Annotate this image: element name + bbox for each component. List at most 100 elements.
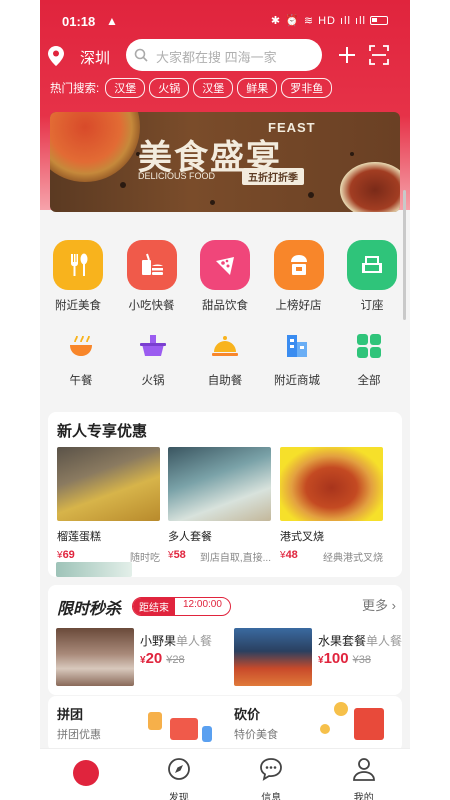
promo-banner[interactable]: 美食盛宴 FEAST DELICIOUS FOOD 五折打折季: [50, 112, 400, 212]
decor-dot: [210, 200, 215, 205]
category-all[interactable]: 全部: [342, 331, 396, 388]
tab-label: 信息: [261, 793, 282, 800]
category-hotpot[interactable]: 火锅: [126, 331, 180, 388]
offer-item[interactable]: 榴莲蛋糕 ¥69 随时吃: [57, 447, 160, 564]
grid-icon: [357, 334, 381, 358]
offer-desc: 到店自取,直接...: [199, 553, 271, 564]
banner-subtitle: DELICIOUS FOOD: [138, 171, 216, 181]
deal-name: 水果套餐: [318, 634, 367, 648]
category-label: 甜品饮食: [202, 300, 248, 312]
offer-name: 多人套餐: [168, 531, 212, 543]
store-icon: [273, 240, 324, 290]
tab-profile[interactable]: 我的: [334, 749, 394, 800]
countdown-label: 距结束: [133, 598, 175, 615]
hot-tag[interactable]: 汉堡: [105, 78, 146, 98]
decor-dot: [350, 152, 354, 156]
category-nearby-mall[interactable]: 附近商城: [270, 331, 324, 388]
scrollbar[interactable]: [403, 190, 406, 320]
tab-discover[interactable]: 发现: [149, 749, 209, 800]
offer-desc: 随时吃: [130, 553, 160, 564]
category-label: 订座: [360, 300, 384, 312]
category-top-stores[interactable]: 上榜好店: [273, 240, 325, 313]
char-siu-image: [280, 447, 383, 521]
flash-deal[interactable]: 小野果单人餐 ¥20 ¥28: [56, 628, 226, 688]
tab-home[interactable]: [56, 749, 116, 800]
tab-label: 发现: [168, 793, 189, 800]
deal-tag: 单人餐: [176, 634, 213, 648]
top-bar: 深圳 大家都在搜 四海一家: [40, 38, 410, 74]
hot-tag[interactable]: 鲜果: [237, 78, 278, 98]
category-label: 午餐: [69, 375, 93, 387]
coin-image: [334, 702, 348, 716]
decor-figure: [354, 708, 384, 740]
offer-name: 榴莲蛋糕: [57, 531, 101, 543]
city-selector[interactable]: 深圳: [80, 47, 110, 68]
more-offers-preview: [56, 562, 132, 577]
hot-tag[interactable]: 火锅: [149, 78, 190, 98]
category-label: 小吃快餐: [128, 300, 175, 312]
category-label: 上榜好店: [275, 300, 322, 312]
deal-old-price: ¥38: [352, 654, 371, 666]
offer-item[interactable]: 多人套餐 ¥58 到店自取,直接...: [168, 447, 271, 564]
chevron-right-icon: ›: [391, 598, 396, 613]
banner-badge: 五折打折季: [242, 168, 304, 185]
plus-icon[interactable]: [336, 44, 358, 66]
more-link[interactable]: 更多 ›: [362, 595, 396, 614]
offer-name: 港式叉烧: [280, 531, 324, 543]
category-label: 附近美食: [55, 300, 101, 312]
scan-icon[interactable]: [368, 44, 390, 66]
cloche-icon: [212, 336, 238, 356]
category-label: 火锅: [141, 375, 165, 387]
location-pin-icon[interactable]: [48, 46, 64, 66]
status-bar: 01:18 ▲ ✱ ⏰ ≋ HD ıll ıll: [40, 0, 410, 40]
durian-cake-image: [57, 447, 160, 521]
flash-deal[interactable]: 水果套餐单人餐 ¥100 ¥38: [234, 628, 402, 688]
search-icon: [134, 48, 148, 62]
new-user-offers: 新人专享优惠 榴莲蛋糕 ¥69 随时吃 多人套餐 ¥58 到店自取,直接... 港式…: [48, 412, 402, 577]
decor-dot: [308, 192, 314, 198]
category-snack-fastfood[interactable]: 小吃快餐: [126, 240, 178, 313]
decor-figure: [148, 712, 162, 730]
category-reservation[interactable]: 订座: [346, 240, 398, 313]
decor-figure: [202, 726, 212, 742]
hot-tag[interactable]: 罗非鱼: [281, 78, 333, 98]
tab-label: 我的: [353, 793, 374, 800]
deal-price: ¥20 ¥28: [140, 650, 185, 667]
status-icons-text: ✱ ⏰ ≋ HD ıll ıll: [270, 15, 366, 27]
search-input[interactable]: 大家都在搜 四海一家: [126, 39, 322, 71]
deal-tag: 单人餐: [366, 634, 402, 648]
fork-knife-icon: [53, 240, 103, 290]
seat-icon: [347, 240, 397, 290]
bird-image: [56, 628, 134, 686]
category-lunch[interactable]: 午餐: [54, 331, 108, 388]
app-screen: 01:18 ▲ ✱ ⏰ ≋ HD ıll ıll 深圳 大家都在搜 四海一家 热…: [40, 0, 410, 800]
category-grid: 附近美食 小吃快餐 甜品饮食 上榜好店 订座 午餐 火锅 自助餐 附近商城 全部: [40, 240, 410, 388]
hotpot-icon: [140, 335, 166, 356]
group-buy-title: 拼团: [57, 707, 84, 722]
section-title: 新人专享优惠: [57, 423, 148, 440]
compass-icon: [167, 758, 190, 780]
bargain-sub: 特价美食: [234, 729, 278, 741]
group-meal-image: [168, 447, 271, 521]
tab-bar: 发现 信息 我的: [40, 748, 410, 800]
category-buffet[interactable]: 自助餐: [198, 331, 252, 388]
deal-name: 小野果: [140, 634, 177, 648]
category-nearby-food[interactable]: 附近美食: [52, 240, 104, 313]
search-placeholder: 大家都在搜 四海一家: [156, 50, 277, 65]
warning-icon: ▲: [106, 14, 118, 28]
tab-messages[interactable]: 信息: [241, 749, 301, 800]
category-label: 全部: [357, 375, 381, 387]
offer-item[interactable]: 港式叉烧 ¥48 经典港式叉烧: [280, 447, 383, 564]
hot-tag[interactable]: 汉堡: [193, 78, 234, 98]
flash-sale: 限时秒杀 距结束 12:00:00 更多 › 小野果单人餐 ¥20 ¥28 水果套…: [48, 585, 402, 695]
offer-desc: 经典港式叉烧: [323, 553, 383, 564]
flash-sale-logo: 限时秒杀: [57, 601, 122, 618]
fruit-set-image: [234, 628, 312, 686]
banner-feast: FEAST: [268, 120, 316, 135]
pizza-image: [50, 112, 140, 182]
home-logo-icon: [73, 760, 100, 786]
offer-price: ¥48: [280, 549, 298, 561]
deal-old-price: ¥28: [166, 654, 185, 666]
category-dessert[interactable]: 甜品饮食: [199, 240, 251, 313]
hot-search-label: 热门搜索:: [50, 83, 100, 95]
